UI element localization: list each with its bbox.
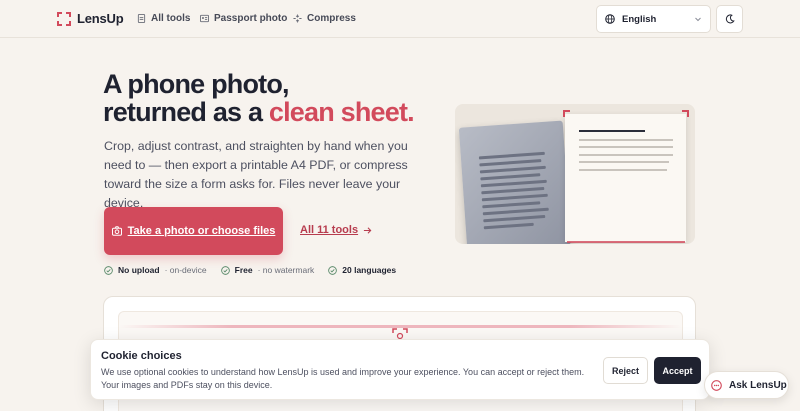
hero-description: Crop, adjust contrast, and straighten by…: [104, 139, 408, 210]
cookie-banner: Cookie choices We use optional cookies t…: [90, 339, 710, 400]
badge-strong: 20 languages: [342, 265, 397, 275]
hero-headline: A phone photo, returned as a clean sheet…: [103, 69, 415, 127]
globe-icon: [605, 14, 615, 24]
arrow-right-icon: [363, 226, 372, 234]
nav-item-all-tools[interactable]: All tools: [137, 13, 190, 24]
badge-no-upload: No upload · on-device: [104, 265, 207, 275]
nav-item-passport-photo[interactable]: Passport photo: [200, 13, 287, 24]
reject-cookies-button[interactable]: Reject: [603, 357, 648, 384]
chat-icon: [711, 379, 722, 391]
ask-assistant-button[interactable]: Ask LensUp: [704, 371, 789, 399]
brand-name: LensUp: [77, 11, 124, 26]
hero-illustration: [455, 104, 695, 244]
cookie-text: We use optional cookies to understand ho…: [101, 367, 585, 390]
all-tools-link-label: All 11 tools: [300, 224, 359, 236]
id-card-icon: [200, 14, 209, 23]
crop-corner: [682, 110, 689, 117]
headline-line-1: A phone photo,: [103, 69, 290, 99]
skewed-photo-image: [458, 120, 572, 244]
take-photo-button[interactable]: Take a photo or choose files: [104, 207, 283, 255]
check-circle-icon: [220, 265, 230, 275]
language-value: English: [622, 13, 657, 25]
nav-label: All tools: [151, 13, 191, 24]
nav-label: Compress: [307, 13, 356, 24]
cta-label: Take a photo or choose files: [127, 225, 276, 237]
theme-toggle-button[interactable]: [716, 5, 743, 33]
cookie-title: Cookie choices: [101, 350, 182, 362]
badge-strong: No upload: [118, 265, 160, 275]
language-select[interactable]: English: [596, 5, 711, 33]
logo[interactable]: LensUp: [57, 11, 124, 26]
document-icon: [137, 14, 146, 23]
headline-prefix: returned as a: [103, 97, 269, 127]
logo-mark-icon: [57, 11, 71, 26]
badge-muted: · on-device: [164, 265, 207, 275]
badge-languages: 20 languages: [328, 265, 396, 275]
chevron-down-icon: [695, 17, 701, 22]
nav-label: Passport photo: [214, 13, 288, 24]
badge-strong: Free: [234, 265, 253, 275]
top-header: LensUp All tools Passport photo Compress…: [0, 0, 800, 38]
check-circle-icon: [104, 265, 113, 275]
headline-accent: clean sheet.: [268, 97, 415, 127]
compress-icon: [293, 14, 302, 23]
headline-line-2: returned as a clean sheet.: [103, 97, 415, 127]
check-circle-icon: [328, 265, 338, 275]
ask-label: Ask LensUp: [729, 379, 787, 391]
badge-muted: · no watermark: [257, 265, 315, 275]
all-tools-link[interactable]: All 11 tools: [300, 224, 372, 236]
crop-corner: [563, 110, 570, 117]
badge-free: Free · no watermark: [220, 265, 315, 275]
crop-edge: [567, 241, 685, 243]
accept-cookies-button[interactable]: Accept: [654, 357, 701, 384]
clean-sheet-image: [565, 114, 686, 242]
moon-icon: [725, 14, 735, 24]
camera-icon: [111, 226, 122, 236]
feature-badges: No upload · on-device Free · no watermark …: [104, 265, 396, 275]
nav-item-compress[interactable]: Compress: [293, 13, 356, 24]
